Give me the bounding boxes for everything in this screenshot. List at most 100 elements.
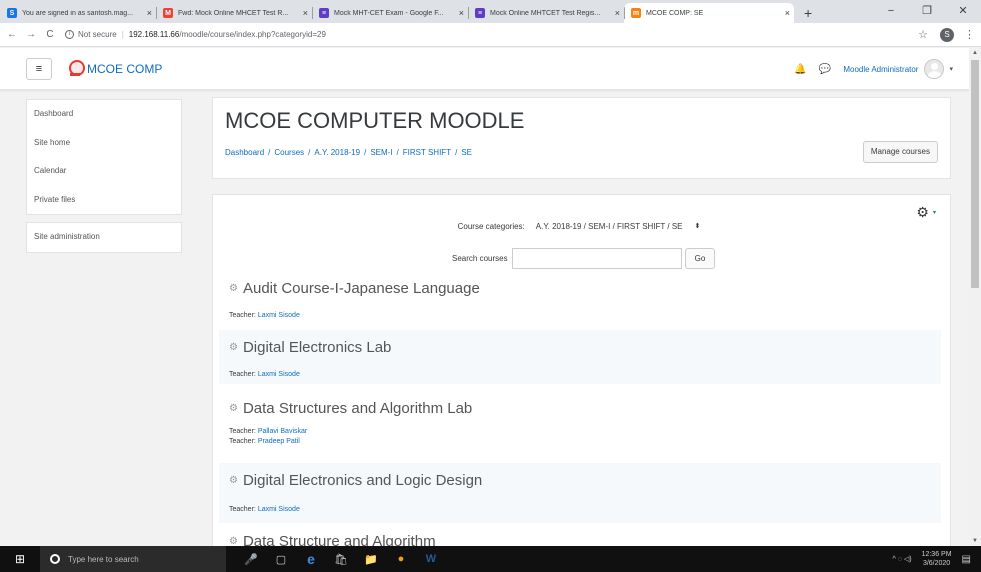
user-nav: 🔔 💬 Moodle Administrator ▾ — [794, 48, 953, 90]
sidebar-item-private-files[interactable]: Private files — [27, 186, 181, 215]
bookmark-star-icon[interactable]: ☆ — [918, 28, 928, 41]
taskbar-search-placeholder: Type here to search — [68, 554, 139, 564]
teacher-label: Teacher: — [229, 428, 256, 435]
close-icon[interactable]: × — [459, 8, 464, 18]
security-label: Not secure — [78, 30, 117, 39]
course-name-link[interactable]: Digital Electronics and Logic Design — [243, 472, 482, 489]
search-input[interactable] — [512, 248, 682, 269]
word-icon[interactable]: W — [416, 553, 446, 565]
clock-date: 3/6/2020 — [922, 560, 951, 567]
reload-button[interactable]: C — [43, 29, 57, 40]
tray-icons[interactable]: ^ ◌ ◁) — [893, 555, 912, 563]
chevron-down-icon[interactable]: ▾ — [933, 209, 936, 216]
tab-favicon: ≡ — [475, 8, 485, 18]
course-item: ⚙ Digital Electronics Lab Teacher: Laxmi… — [219, 330, 941, 384]
course-item: ⚙ Digital Electronics and Logic Design T… — [219, 463, 941, 523]
forward-button[interactable]: → — [24, 29, 38, 40]
breadcrumb-item[interactable]: SE — [461, 148, 472, 157]
breadcrumb-item[interactable]: SEM-I — [370, 148, 392, 157]
user-menu-name[interactable]: Moodle Administrator — [843, 65, 918, 74]
tab-title: Fwd: Mock Online MHCET Test R... — [178, 9, 289, 17]
scroll-up-icon[interactable]: ▲ — [969, 50, 981, 56]
sidebar-item-site-administration[interactable]: Site administration — [27, 223, 181, 252]
category-selected-value: A.Y. 2018-19 / SEM-I / FIRST SHIFT / SE — [535, 221, 683, 231]
browser-tab[interactable]: S You are signed in as santosh.mag... × — [0, 3, 156, 23]
taskbar-apps: 🎤 ▢ e 🛍 📁 ● W — [236, 551, 446, 567]
sidebar-item-site-home[interactable]: Site home — [27, 129, 181, 158]
admin-drawer: Site administration — [26, 222, 182, 253]
site-logo-icon — [68, 60, 85, 77]
info-icon[interactable]: i — [65, 30, 74, 39]
maximize-button[interactable]: ❐ — [909, 0, 945, 23]
messages-icon[interactable]: 💬 — [819, 64, 831, 75]
browser-tab-active[interactable]: m MCOE COMP: SE × — [624, 3, 794, 23]
course-icon: ⚙ — [229, 474, 238, 486]
teacher-link[interactable]: Pallavi Baviskar — [258, 428, 307, 435]
tab-title: Mock MHT-CET Exam - Google F... — [334, 9, 444, 17]
go-button[interactable]: Go — [685, 248, 715, 269]
chevron-down-icon[interactable]: ▾ — [949, 65, 953, 73]
microphone-icon[interactable]: 🎤 — [236, 553, 266, 566]
close-icon[interactable]: × — [147, 8, 152, 18]
course-name-link[interactable]: Data Structures and Algorithm Lab — [243, 400, 472, 417]
window-controls: − ❐ ✕ — [873, 0, 981, 23]
category-select[interactable]: A.Y. 2018-19 / SEM-I / FIRST SHIFT / SE … — [528, 217, 708, 235]
site-name: MCOE COMP — [87, 61, 163, 76]
user-avatar[interactable] — [924, 59, 945, 79]
category-selector-row: Course categories: A.Y. 2018-19 / SEM-I … — [213, 217, 950, 235]
site-brand-link[interactable]: MCOE COMP — [68, 60, 162, 77]
browser-tab[interactable]: ≡ Mock Online MHTCET Test Regis... × — [468, 3, 624, 23]
profile-avatar[interactable]: S — [940, 27, 954, 42]
close-icon[interactable]: × — [785, 8, 790, 18]
teacher-link[interactable]: Pradeep Patil — [258, 438, 300, 445]
teacher-link[interactable]: Laxmi Sisode — [258, 371, 300, 378]
tab-title: You are signed in as santosh.mag... — [22, 9, 134, 17]
minimize-button[interactable]: − — [873, 0, 909, 23]
close-window-button[interactable]: ✕ — [945, 0, 981, 23]
course-icon: ⚙ — [229, 282, 238, 294]
chrome-icon[interactable]: ● — [386, 553, 416, 565]
moodle-navbar: ≡ MCOE COMP 🔔 💬 Moodle Administrator ▾ — [0, 48, 969, 90]
sidebar-item-dashboard[interactable]: Dashboard — [27, 100, 181, 129]
close-icon[interactable]: × — [303, 8, 308, 18]
browser-tab[interactable]: ≡ Mock MHT-CET Exam - Google F... × — [312, 3, 468, 23]
scroll-down-icon[interactable]: ▼ — [969, 538, 981, 544]
new-tab-button[interactable]: + — [804, 3, 812, 23]
url-path: /moodle/course/index.php?categoryid=29 — [179, 30, 326, 39]
manage-courses-button[interactable]: Manage courses — [862, 141, 938, 163]
task-view-icon[interactable]: ▢ — [266, 553, 296, 566]
clock-time: 12:36 PM — [921, 551, 952, 558]
close-icon[interactable]: × — [615, 8, 620, 18]
scrollbar-thumb[interactable] — [971, 60, 979, 288]
page-scrollbar[interactable]: ▲ ▼ — [969, 48, 981, 546]
course-category-region: ⚙ ▾ Course categories: A.Y. 2018-19 / SE… — [212, 194, 951, 554]
nav-drawer: Dashboard Site home Calendar Private fil… — [26, 99, 182, 215]
teacher-link[interactable]: Laxmi Sisode — [258, 506, 300, 513]
course-name-link[interactable]: Digital Electronics Lab — [243, 339, 391, 356]
file-explorer-icon[interactable]: 📁 — [356, 553, 386, 566]
breadcrumb-item[interactable]: A.Y. 2018-19 — [314, 148, 360, 157]
notification-bell-icon[interactable]: 🔔 — [794, 64, 806, 75]
sidebar-item-calendar[interactable]: Calendar — [27, 157, 181, 186]
taskbar-search-box[interactable]: Type here to search — [40, 546, 226, 572]
tab-favicon: m — [631, 8, 641, 18]
course-name-link[interactable]: Audit Course-I-Japanese Language — [243, 280, 480, 297]
course-item: ⚙ Audit Course-I-Japanese Language Teach… — [219, 273, 941, 325]
edge-icon[interactable]: e — [296, 551, 326, 567]
windows-start-icon[interactable]: ⊞ — [0, 552, 40, 566]
breadcrumb-item[interactable]: Dashboard — [225, 148, 264, 157]
clock[interactable]: 12:36 PM 3/6/2020 — [922, 550, 952, 568]
browser-tab[interactable]: M Fwd: Mock Online MHCET Test R... × — [156, 3, 312, 23]
teacher-link[interactable]: Laxmi Sisode — [258, 312, 300, 319]
store-icon[interactable]: 🛍 — [326, 553, 356, 566]
back-button[interactable]: ← — [5, 29, 19, 40]
teacher-label: Teacher: — [229, 438, 256, 445]
drawer-toggle-button[interactable]: ≡ — [26, 57, 52, 80]
breadcrumb-item[interactable]: FIRST SHIFT — [403, 148, 451, 157]
url-field[interactable]: i Not secure | 192.168.11.66 /moodle/cou… — [65, 30, 918, 39]
breadcrumb-item[interactable]: Courses — [274, 148, 304, 157]
notification-center-icon[interactable]: ▤ — [962, 554, 971, 565]
breadcrumb-separator: / — [308, 148, 311, 157]
course-item: ⚙ Data Structures and Algorithm Lab Teac… — [219, 392, 941, 456]
browser-menu-icon[interactable]: ⋮ — [964, 28, 975, 41]
